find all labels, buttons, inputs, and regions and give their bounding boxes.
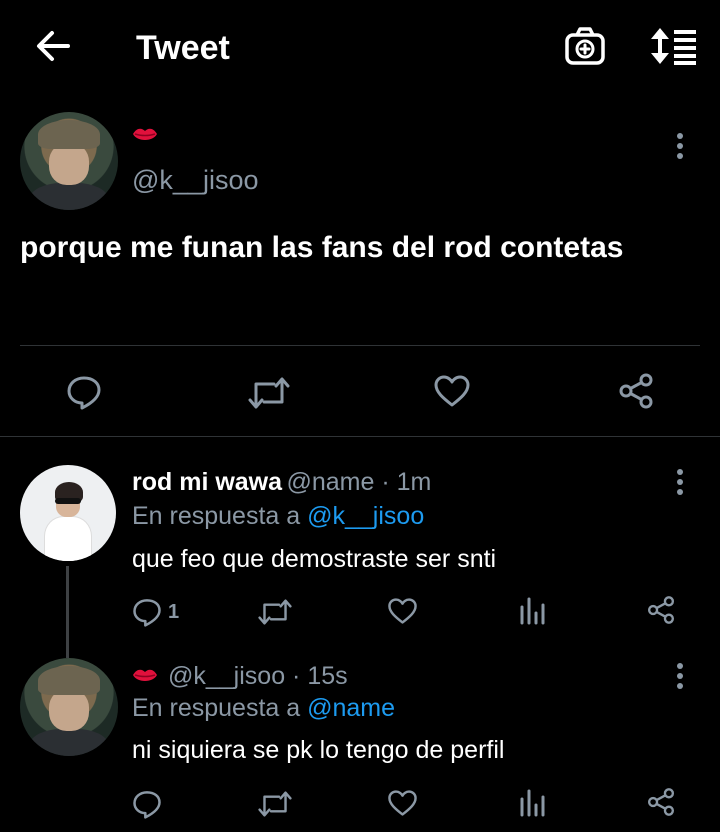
reply-header: rod mi wawa @name · 1m — [132, 466, 431, 502]
author-display-name[interactable] — [132, 126, 158, 144]
reply-header: @k__jisoo · 15s — [132, 660, 348, 692]
tweet-text: porque me funan las fans del rod conteta… — [20, 231, 624, 264]
retweet-icon — [258, 791, 292, 817]
reply-avatar[interactable] — [20, 658, 118, 756]
page-title: Tweet — [136, 29, 230, 67]
heart-icon — [388, 790, 417, 816]
retweet-button[interactable] — [258, 598, 292, 626]
more-vertical-icon — [677, 469, 683, 495]
tweet-more-button[interactable] — [672, 132, 688, 160]
reply-more-button[interactable] — [672, 468, 688, 496]
camera-add-icon — [565, 27, 605, 65]
reply-to-line: En respuesta a @k__jisoo — [132, 500, 424, 532]
analytics-button[interactable] — [518, 789, 546, 817]
back-button[interactable] — [32, 28, 72, 64]
like-button[interactable] — [387, 789, 418, 817]
analytics-icon — [520, 597, 545, 625]
lips-emoji-icon — [133, 128, 157, 140]
reply-avatar[interactable] — [20, 465, 116, 561]
sort-button[interactable] — [648, 26, 698, 66]
reply-button[interactable] — [66, 374, 102, 410]
reply-icon — [133, 791, 161, 819]
share-icon — [619, 373, 653, 409]
like-button[interactable] — [433, 374, 471, 408]
retweet-icon — [258, 599, 292, 625]
reply-to-prefix: En respuesta a — [132, 694, 308, 722]
sort-icon — [651, 28, 696, 65]
thread-line — [66, 566, 69, 658]
reply-handle-time: @name · 1m — [286, 468, 432, 496]
reply-to-mention[interactable]: @name — [307, 694, 395, 722]
heart-icon — [388, 598, 417, 624]
divider — [20, 345, 700, 346]
reply-to-mention[interactable]: @k__jisoo — [307, 502, 424, 530]
reply-count: 1 — [168, 600, 180, 623]
like-button[interactable] — [387, 597, 418, 625]
reply-to-prefix: En respuesta a — [132, 502, 308, 530]
retweet-icon — [248, 377, 290, 409]
camera-button[interactable] — [564, 26, 606, 66]
reply-handle-time: @k__jisoo · 15s — [168, 662, 348, 690]
reply-text: ni siquiera se pk lo tengo de perfil — [132, 736, 505, 764]
divider — [0, 436, 720, 437]
more-vertical-icon — [677, 663, 683, 689]
reply-icon — [133, 599, 161, 627]
heart-icon — [434, 375, 470, 407]
share-button[interactable] — [646, 787, 676, 817]
reply-button[interactable]: 1 — [132, 597, 179, 627]
more-vertical-icon — [677, 133, 683, 159]
share-icon — [647, 596, 675, 624]
analytics-icon — [520, 789, 545, 817]
reply-more-button[interactable] — [672, 662, 688, 690]
retweet-button[interactable] — [248, 376, 290, 410]
share-button[interactable] — [646, 595, 676, 625]
analytics-button[interactable] — [518, 597, 546, 625]
share-button[interactable] — [617, 372, 655, 410]
share-icon — [647, 788, 675, 816]
reply-to-line: En respuesta a @name — [132, 692, 395, 724]
arrow-left-icon — [37, 31, 70, 61]
lips-emoji-icon — [133, 669, 157, 681]
author-avatar[interactable] — [20, 112, 118, 210]
retweet-button[interactable] — [258, 790, 292, 818]
reply-button[interactable] — [132, 789, 162, 819]
reply-icon — [67, 376, 101, 410]
reply-display-name[interactable]: rod mi wawa — [132, 468, 282, 496]
author-handle[interactable]: @k__jisoo — [132, 165, 258, 196]
reply-text: que feo que demostraste ser snti — [132, 545, 497, 573]
